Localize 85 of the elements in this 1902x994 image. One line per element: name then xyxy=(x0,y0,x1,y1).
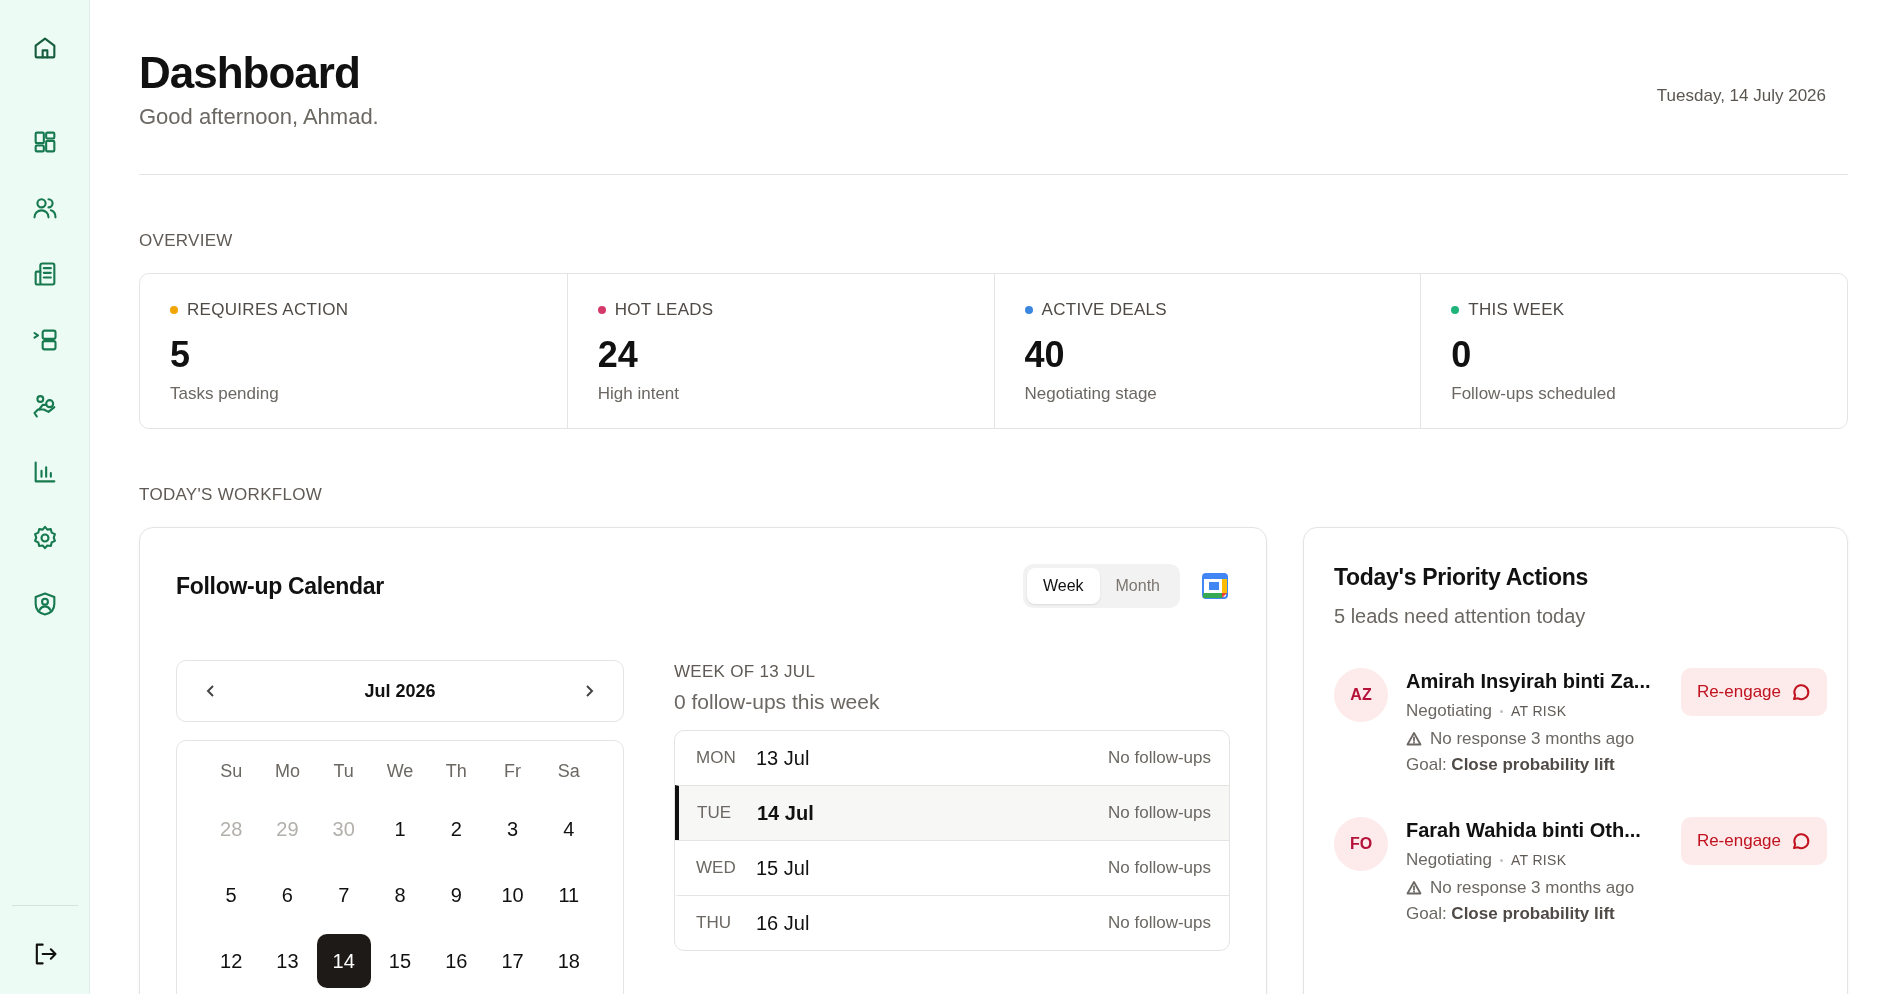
day-date: 16 Jul xyxy=(756,911,811,935)
warning-icon xyxy=(1406,731,1422,747)
weekday-label: WED xyxy=(696,858,737,878)
risk-label: AT RISK xyxy=(1511,703,1567,719)
stat-label: ACTIVE DEALS xyxy=(1041,300,1167,320)
weekday-label: TUE xyxy=(697,803,732,823)
calendar-day[interactable]: 17 xyxy=(485,934,540,988)
stat-label: HOT LEADS xyxy=(614,300,714,320)
lead-stage: Negotiating xyxy=(1406,701,1492,721)
weekday-label: Mo xyxy=(274,761,300,783)
re-engage-button[interactable]: Re-engage xyxy=(1680,817,1827,865)
initials-avatar: AZ xyxy=(1334,668,1388,722)
calendar-day[interactable]: 6 xyxy=(260,868,315,922)
weekday-label: MON xyxy=(696,748,737,768)
week-summary: 0 follow-ups this week xyxy=(674,690,881,714)
calendar-day[interactable]: 7 xyxy=(316,868,371,922)
weekday-label: Su xyxy=(220,761,243,783)
risk-label: AT RISK xyxy=(1511,852,1567,868)
stat-caption: High intent xyxy=(597,384,681,404)
current-date: Tuesday, 14 July 2026 xyxy=(1656,86,1826,106)
calendar-day[interactable]: 4 xyxy=(541,802,596,856)
stat-label: THIS WEEK xyxy=(1468,300,1565,320)
month-title: Jul 2026 xyxy=(364,680,436,702)
stat-value: 40 xyxy=(1024,334,1066,376)
re-engage-button[interactable]: Re-engage xyxy=(1680,668,1827,716)
stat-value: 0 xyxy=(1451,334,1473,376)
day-date: 14 Jul xyxy=(757,801,815,825)
calendar-app-icon[interactable] xyxy=(1200,571,1230,601)
week-day-row[interactable]: THU 16 Jul No follow-ups xyxy=(675,895,1229,950)
card-title: Follow-up Calendar xyxy=(176,572,384,600)
initials-avatar: FO xyxy=(1334,817,1388,871)
page-title: Dashboard xyxy=(139,48,361,98)
card-title: Today's Priority Actions xyxy=(1334,564,1589,591)
follow-up-status: No follow-ups xyxy=(1108,803,1211,823)
weekday-label: Tu xyxy=(333,761,354,783)
lead-goal: Goal: Close probability lift xyxy=(1406,904,1616,924)
calendar-day[interactable]: 1 xyxy=(373,802,427,856)
week-day-row[interactable]: MON 13 Jul No follow-ups xyxy=(675,731,1229,785)
stat-caption: Tasks pending xyxy=(170,384,280,404)
week-heading: WEEK OF 13 JUL xyxy=(674,662,817,682)
stat-caption: Negotiating stage xyxy=(1024,384,1158,404)
calendar-day[interactable]: 9 xyxy=(429,868,484,922)
day-date: 15 Jul xyxy=(756,856,811,880)
calendar-day[interactable]: 11 xyxy=(541,868,596,922)
stat-value: 5 xyxy=(170,334,192,376)
card-subtitle: 5 leads need attention today xyxy=(1334,605,1587,628)
calendar-day[interactable]: 12 xyxy=(204,934,259,988)
stat-value: 24 xyxy=(597,334,639,376)
follow-up-status: No follow-ups xyxy=(1108,858,1211,878)
warning-text: No response 3 months ago xyxy=(1430,729,1635,749)
calendar-day[interactable]: 18 xyxy=(541,934,596,988)
week-day-row[interactable]: TUE 14 Jul No follow-ups xyxy=(675,785,1229,840)
greeting: Good afternoon, Ahmad. xyxy=(139,104,379,130)
calendar-day[interactable]: 8 xyxy=(373,868,427,922)
weekday-label: Sa xyxy=(557,761,580,783)
lead-name[interactable]: Farah Wahida binti Oth... xyxy=(1406,819,1663,842)
follow-up-status: No follow-ups xyxy=(1108,913,1211,933)
section-heading: TODAY'S WORKFLOW xyxy=(139,485,324,505)
calendar-day[interactable]: 5 xyxy=(204,868,259,922)
stat-label: REQUIRES ACTION xyxy=(187,300,349,320)
view-tab[interactable]: Week xyxy=(1026,568,1100,604)
warning-icon xyxy=(1406,880,1422,896)
calendar-day[interactable]: 2 xyxy=(429,802,484,856)
weekday-label: We xyxy=(386,761,414,783)
follow-up-status: No follow-ups xyxy=(1108,748,1211,768)
calendar-day[interactable]: 15 xyxy=(373,934,427,988)
section-heading: OVERVIEW xyxy=(139,231,234,251)
lead-name[interactable]: Amirah Insyirah binti Za... xyxy=(1406,670,1663,693)
weekday-label: Th xyxy=(445,761,467,783)
calendar-day[interactable]: 16 xyxy=(429,934,484,988)
lead-stage: Negotiating xyxy=(1406,850,1492,870)
chat-bubble-icon xyxy=(1791,831,1811,851)
week-day-row[interactable]: WED 15 Jul No follow-ups xyxy=(675,840,1229,895)
day-date: 13 Jul xyxy=(756,746,811,770)
lead-goal: Goal: Close probability lift xyxy=(1406,755,1616,775)
view-tab[interactable]: Month xyxy=(1099,568,1176,604)
calendar-day[interactable]: 14 xyxy=(316,934,371,988)
calendar-day[interactable]: 13 xyxy=(260,934,315,988)
chat-bubble-icon xyxy=(1791,682,1811,702)
warning-text: No response 3 months ago xyxy=(1430,878,1635,898)
calendar-day[interactable]: 10 xyxy=(485,868,540,922)
weekday-label: THU xyxy=(696,913,732,933)
weekday-label: Fr xyxy=(504,761,522,783)
calendar-day[interactable]: 3 xyxy=(485,802,540,856)
stat-caption: Follow-ups scheduled xyxy=(1451,384,1617,404)
